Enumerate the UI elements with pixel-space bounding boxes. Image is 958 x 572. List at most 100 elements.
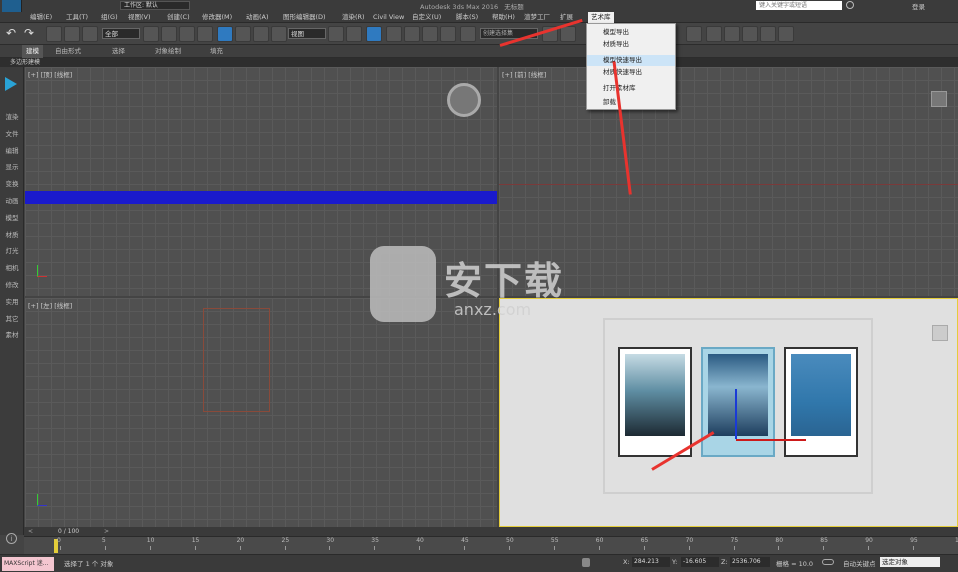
menu-item[interactable]: 自定义(U) xyxy=(412,12,441,23)
selected-object-outline[interactable] xyxy=(203,308,270,412)
manipulate-icon[interactable] xyxy=(346,26,362,42)
left-panel-item[interactable]: 灯光 xyxy=(0,245,24,255)
left-panel-item[interactable]: 修改 xyxy=(0,279,24,289)
dropdown-menu-item[interactable]: 模型导出 xyxy=(587,27,675,38)
workspace-selector[interactable]: 工作区: 默认 xyxy=(120,1,190,10)
viewcube-icon[interactable] xyxy=(447,83,481,117)
dropdown-menu-item[interactable]: 卸载 xyxy=(587,97,675,108)
y-value[interactable]: -16.605 xyxy=(681,557,719,567)
place-icon[interactable] xyxy=(271,26,287,42)
ribbon-tab[interactable]: 填充 xyxy=(210,45,223,58)
selected-object-bar[interactable] xyxy=(25,191,497,204)
select-by-name-icon[interactable] xyxy=(161,26,177,42)
photo-left[interactable] xyxy=(618,347,692,457)
z-value[interactable]: 2536.706 xyxy=(730,557,770,567)
pivot-center-icon[interactable] xyxy=(328,26,344,42)
key-icon[interactable] xyxy=(822,559,834,565)
left-panel-item[interactable]: 变换 xyxy=(0,178,24,188)
left-panel-item[interactable]: 相机 xyxy=(0,262,24,272)
material-editor-icon[interactable] xyxy=(686,26,702,42)
gizmo-x-axis[interactable] xyxy=(736,439,806,441)
link-icon[interactable] xyxy=(46,26,62,42)
viewcube-icon[interactable] xyxy=(932,325,948,341)
track-bar[interactable]: 0510152025303540455055606570758085909510… xyxy=(24,536,958,554)
viewport-label[interactable]: [+] [前] [线框] xyxy=(502,69,546,79)
menu-item[interactable]: Civil View xyxy=(373,12,404,23)
select-rotate-icon[interactable] xyxy=(235,26,251,42)
left-panel-item[interactable]: 其它 xyxy=(0,313,24,323)
next-frame-icon[interactable]: > xyxy=(104,528,109,535)
select-scale-icon[interactable] xyxy=(253,26,269,42)
left-panel-item[interactable]: 模型 xyxy=(0,212,24,222)
dropdown-menu-item[interactable]: 材质快速导出 xyxy=(587,67,675,78)
left-panel-item[interactable]: 文件 xyxy=(0,128,24,138)
render-production-icon[interactable] xyxy=(742,26,758,42)
menu-item[interactable]: 脚本(S) xyxy=(456,12,478,23)
viewport-label[interactable]: [+] [顶] [线框] xyxy=(28,69,72,79)
menu-item[interactable]: 渲梦工厂 xyxy=(524,12,550,23)
activeshade-icon[interactable] xyxy=(778,26,794,42)
undo-icon[interactable]: ↶ xyxy=(6,26,22,42)
polygon-modeling-tab[interactable]: 多边形建模 xyxy=(10,58,40,67)
left-panel-item[interactable]: 材质 xyxy=(0,229,24,239)
selection-filter-dropdown[interactable]: 全部 xyxy=(102,28,140,39)
render-iterative-icon[interactable] xyxy=(760,26,776,42)
time-slider[interactable]: 0 / 100 < > xyxy=(24,527,958,536)
left-panel-item[interactable]: 素材 xyxy=(0,329,24,339)
search-icon[interactable] xyxy=(846,1,854,9)
ribbon-tab[interactable]: 建模 xyxy=(22,45,43,58)
frame-display[interactable]: 0 / 100 xyxy=(58,527,79,536)
snap-toggle-icon[interactable] xyxy=(386,26,402,42)
dropdown-menu-item[interactable]: 模型快速导出 xyxy=(587,55,675,66)
select-move-icon[interactable] xyxy=(217,26,233,42)
menu-item[interactable]: 视图(V) xyxy=(128,12,151,23)
redo-icon[interactable]: ↷ xyxy=(24,26,40,42)
edit-named-selection-icon[interactable] xyxy=(460,26,476,42)
left-panel-item[interactable]: 编辑 xyxy=(0,145,24,155)
ribbon-tab[interactable]: 选择 xyxy=(112,45,125,58)
window-crossing-icon[interactable] xyxy=(197,26,213,42)
unlink-icon[interactable] xyxy=(64,26,80,42)
menu-item[interactable]: 图形编辑器(D) xyxy=(283,12,326,23)
auto-key-button[interactable]: 自动关键点 xyxy=(843,558,876,568)
menu-item[interactable]: 帮助(H) xyxy=(492,12,515,23)
rendered-frame-icon[interactable] xyxy=(724,26,740,42)
angle-snap-icon[interactable] xyxy=(404,26,420,42)
x-value[interactable]: 284.213 xyxy=(632,557,670,567)
lock-selection-icon[interactable] xyxy=(582,558,590,567)
maxscript-listener[interactable]: MAXScript 迷... xyxy=(2,557,54,571)
rect-selection-icon[interactable] xyxy=(179,26,195,42)
percent-snap-icon[interactable] xyxy=(422,26,438,42)
left-panel-item[interactable]: 显示 xyxy=(0,161,24,171)
menu-item[interactable]: 修改器(M) xyxy=(202,12,232,23)
viewport-label[interactable]: [+] [左] [线框] xyxy=(28,300,72,310)
bind-space-warp-icon[interactable] xyxy=(82,26,98,42)
login-link[interactable]: 登录 xyxy=(912,1,925,11)
play-logo-icon[interactable] xyxy=(5,77,17,91)
dropdown-menu-item[interactable]: 材质导出 xyxy=(587,39,675,50)
viewport-left[interactable]: [+] [左] [线框] xyxy=(25,298,497,527)
ribbon-tab[interactable]: 自由形式 xyxy=(55,45,81,58)
menu-item[interactable]: 艺术库 xyxy=(588,12,614,23)
selected-dropdown[interactable]: 选定对象 xyxy=(880,557,940,567)
align-icon[interactable] xyxy=(560,26,576,42)
left-panel-item[interactable]: 实用 xyxy=(0,296,24,306)
menu-item[interactable]: 工具(T) xyxy=(66,12,88,23)
spinner-snap-icon[interactable] xyxy=(440,26,456,42)
keyboard-shortcut-override-icon[interactable] xyxy=(366,26,382,42)
viewport-perspective[interactable] xyxy=(499,298,958,527)
search-input[interactable]: 键入关键字或短语 xyxy=(756,1,842,10)
ref-coord-dropdown[interactable]: 视图 xyxy=(288,28,326,39)
gizmo-y-axis[interactable] xyxy=(735,389,737,439)
ribbon-tab[interactable]: 对象绘制 xyxy=(155,45,181,58)
info-icon[interactable]: i xyxy=(6,533,17,544)
menu-item[interactable]: 动画(A) xyxy=(246,12,269,23)
menu-item[interactable]: 编辑(E) xyxy=(30,12,52,23)
viewcube-icon[interactable] xyxy=(931,91,947,107)
dropdown-menu-item[interactable]: 打开素材库 xyxy=(587,83,675,94)
prev-frame-icon[interactable]: < xyxy=(28,528,33,535)
menu-item[interactable]: 创建(C) xyxy=(167,12,190,23)
menu-item[interactable]: 渲染(R) xyxy=(342,12,365,23)
select-object-icon[interactable] xyxy=(143,26,159,42)
render-setup-icon[interactable] xyxy=(706,26,722,42)
